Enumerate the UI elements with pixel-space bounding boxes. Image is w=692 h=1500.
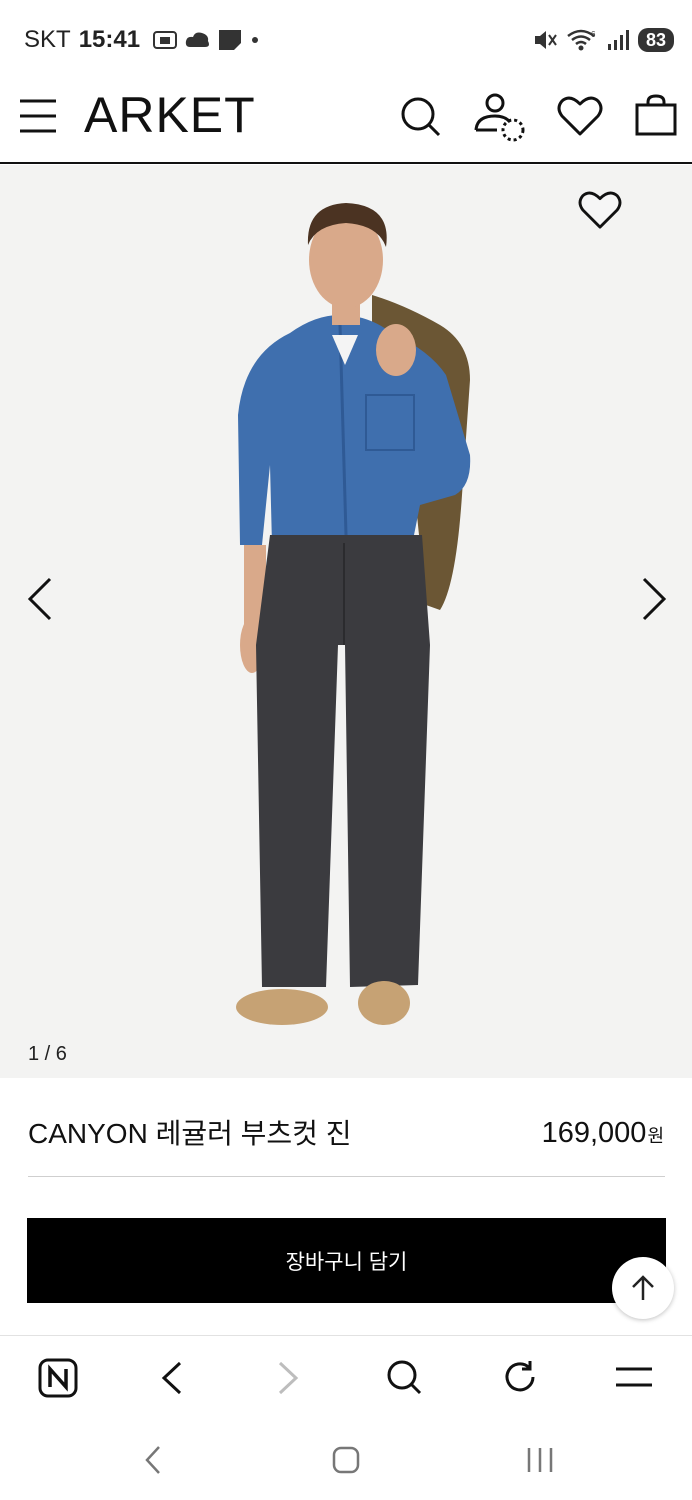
wishlist-button[interactable] — [556, 94, 604, 138]
carrier-label: SKT — [24, 26, 71, 53]
model-illustration — [236, 203, 471, 1025]
mute-icon — [534, 31, 557, 49]
browser-forward-button[interactable] — [272, 1358, 304, 1398]
wifi-icon: 6 — [567, 29, 596, 51]
product-price: 169,000원 — [542, 1117, 664, 1150]
status-right: 6 83 — [532, 24, 674, 56]
next-arrow-icon — [642, 577, 667, 621]
prev-arrow-icon — [27, 577, 52, 621]
signal-icon — [607, 30, 629, 50]
brand-logo[interactable]: ARKET — [84, 86, 256, 144]
home-icon — [332, 1446, 360, 1474]
menu-icon — [616, 1367, 652, 1387]
back-icon — [145, 1446, 160, 1474]
search-button[interactable] — [396, 92, 444, 140]
search-icon — [401, 97, 441, 137]
divider — [28, 1176, 665, 1177]
forward-icon — [278, 1361, 299, 1395]
clock: 15:41 — [78, 26, 141, 53]
notification-icons — [152, 29, 262, 51]
browser-back-button[interactable] — [156, 1358, 188, 1398]
scroll-to-top-button[interactable] — [612, 1257, 674, 1319]
currency-label: 원 — [647, 1126, 664, 1146]
dot-icon — [252, 37, 259, 43]
menu-icon — [20, 99, 56, 133]
account-icon — [474, 93, 525, 142]
product-name: CANYON 레귤러 부츠컷 진 — [28, 1118, 352, 1149]
naver-home-button[interactable] — [36, 1356, 80, 1400]
prev-image-button[interactable] — [20, 574, 60, 624]
bag-button[interactable] — [632, 92, 680, 138]
bag-icon — [635, 94, 677, 136]
battery-indicator: 83 — [637, 28, 674, 52]
price-value: 169,000 — [541, 1117, 647, 1149]
reload-button[interactable] — [500, 1356, 540, 1398]
add-to-cart-button[interactable]: 장바구니 담기 — [27, 1218, 666, 1303]
screenshot-icon — [153, 31, 178, 49]
system-back-button[interactable] — [138, 1442, 168, 1478]
back-icon — [161, 1361, 182, 1395]
cloud-icon — [185, 32, 210, 47]
system-recents-button[interactable] — [520, 1442, 560, 1478]
menu-button[interactable] — [16, 94, 60, 138]
account-button[interactable] — [472, 92, 528, 144]
browser-search-button[interactable] — [384, 1356, 424, 1398]
system-home-button[interactable] — [328, 1442, 364, 1478]
recents-icon — [527, 1448, 553, 1472]
browser-menu-button[interactable] — [612, 1360, 656, 1394]
svg-text:6: 6 — [591, 30, 596, 39]
image-counter: 1 / 6 — [28, 1043, 67, 1065]
status-left: SKT 15:41 — [24, 24, 262, 56]
favorite-icon — [578, 191, 622, 229]
search-icon — [387, 1360, 422, 1395]
product-image[interactable] — [0, 165, 692, 1078]
reload-icon — [505, 1361, 535, 1392]
naver-home-icon — [38, 1358, 78, 1398]
arrow-up-icon — [632, 1275, 654, 1300]
browser-toolbar — [0, 1335, 692, 1424]
note-icon — [219, 30, 242, 50]
next-image-button[interactable] — [634, 574, 674, 624]
wishlist-icon — [557, 96, 603, 136]
favorite-button[interactable] — [574, 186, 626, 234]
